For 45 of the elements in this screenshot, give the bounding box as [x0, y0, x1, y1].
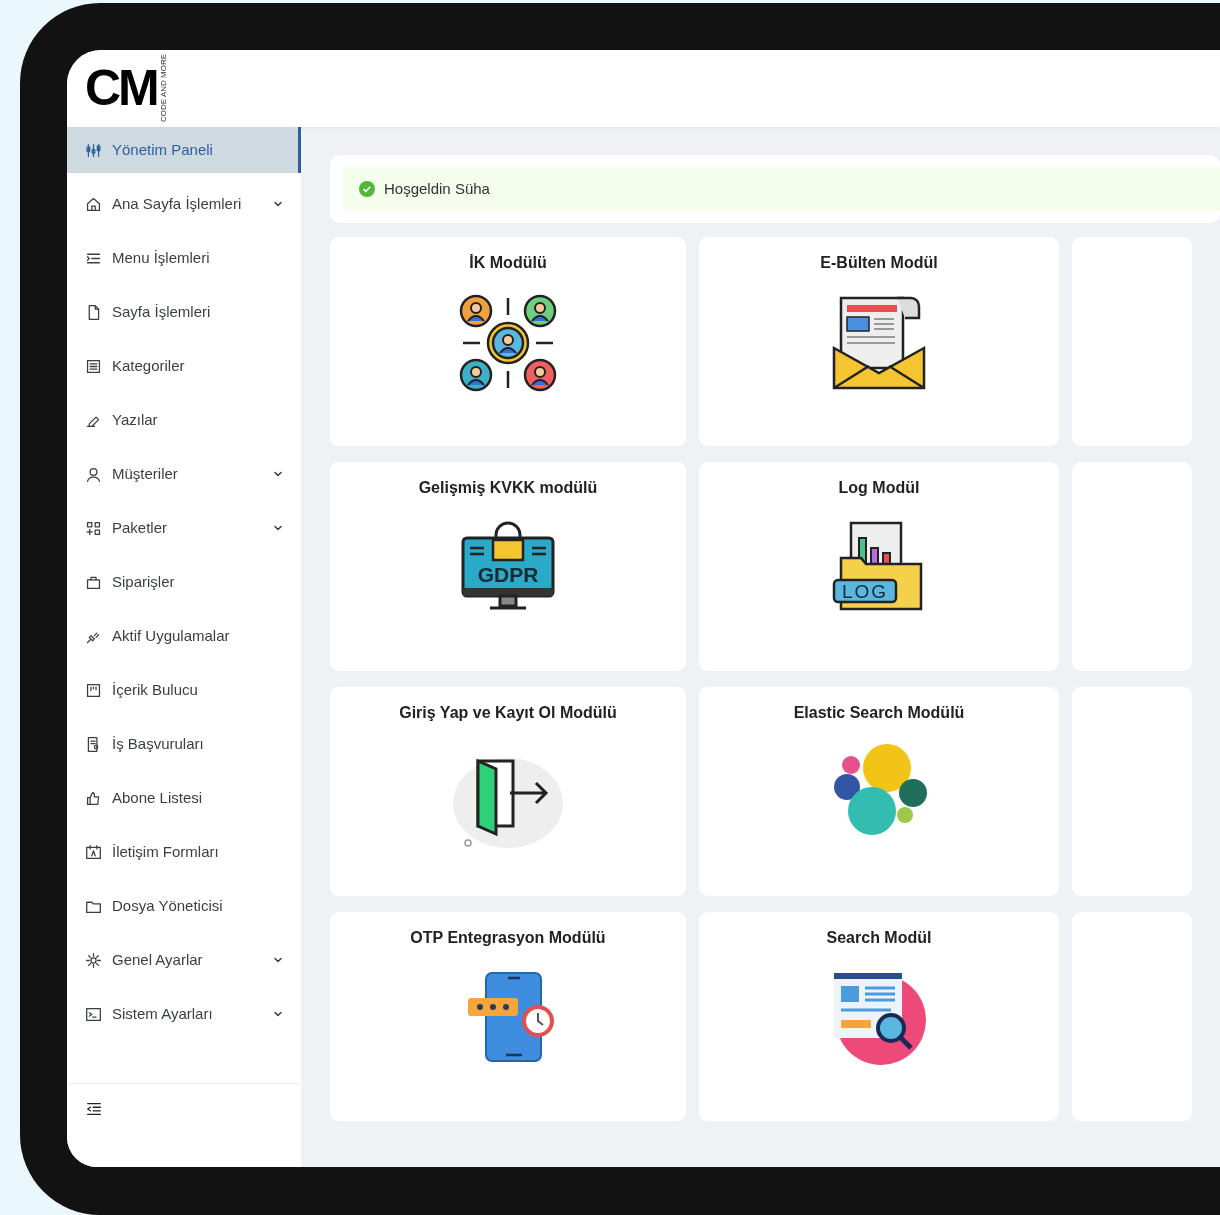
chevron-down-icon: [273, 469, 283, 479]
sidebar-item[interactable]: Paketler: [67, 501, 301, 555]
sidebar-item[interactable]: Müşteriler: [67, 447, 301, 501]
chevron-down-icon: [273, 199, 283, 209]
sidebar-item[interactable]: Kategoriler: [67, 339, 301, 393]
sidebar-item[interactable]: Yazılar: [67, 393, 301, 447]
sidebar-item[interactable]: Menu İşlemleri: [67, 231, 301, 285]
sidebar-item[interactable]: Sayfa İşlemleri: [67, 285, 301, 339]
module-title: Elastic Search Modülü: [793, 703, 965, 723]
sidebar-item[interactable]: Aktif Uygulamalar: [67, 609, 301, 663]
sidebar-item[interactable]: İş Başvuruları: [67, 717, 301, 771]
check-circle-icon: [359, 181, 375, 197]
sidebar-item[interactable]: İçerik Bulucu: [67, 663, 301, 717]
grid-icon: [85, 519, 102, 537]
gdpr-text: GDPR: [477, 563, 539, 586]
home-icon: [85, 195, 102, 213]
module-title: İK Modülü: [469, 253, 547, 273]
module-title: Gelişmiş KVKK modülü: [418, 478, 598, 498]
sidebar-item[interactable]: İletişim Formları: [67, 825, 301, 879]
log-text: LOG: [841, 581, 889, 602]
module-title: E-Bülten Modül: [820, 253, 938, 273]
module-title: Log Modül: [838, 478, 920, 498]
board-icon: [85, 681, 102, 699]
thumbs-up-icon: [85, 789, 102, 807]
chevron-down-icon: [273, 523, 283, 533]
module-title: Giriş Yap ve Kayıt Ol Modülü: [399, 703, 617, 723]
logo-text: CM: [85, 63, 157, 114]
sliders-icon: [85, 141, 102, 159]
chevron-down-icon: [273, 955, 283, 965]
module-title: Search Modül: [826, 928, 932, 948]
user-icon: [85, 465, 102, 483]
terminal-icon: [85, 1005, 102, 1023]
sidebar-item[interactable]: Abone Listesi: [67, 771, 301, 825]
sidebar-item[interactable]: Genel Ayarlar: [67, 933, 301, 987]
chevron-down-icon: [273, 1009, 283, 1019]
calendar-icon: [85, 843, 102, 861]
welcome-message: Hoşgeldin Süha: [384, 178, 490, 199]
layout-icon: [85, 357, 102, 375]
sidebar-item[interactable]: Sistem Ayarları: [67, 987, 301, 1041]
sidebar-item[interactable]: Yönetim Paneli: [67, 127, 301, 173]
sidebar-item[interactable]: Ana Sayfa İşlemleri: [67, 177, 301, 231]
sidebar-item[interactable]: Siparişler: [67, 555, 301, 609]
logo-tagline: CODE AND MORE: [159, 54, 168, 123]
sidebar-item[interactable]: Dosya Yöneticisi: [67, 879, 301, 933]
module-title: OTP Entegrasyon Modülü: [410, 928, 606, 948]
